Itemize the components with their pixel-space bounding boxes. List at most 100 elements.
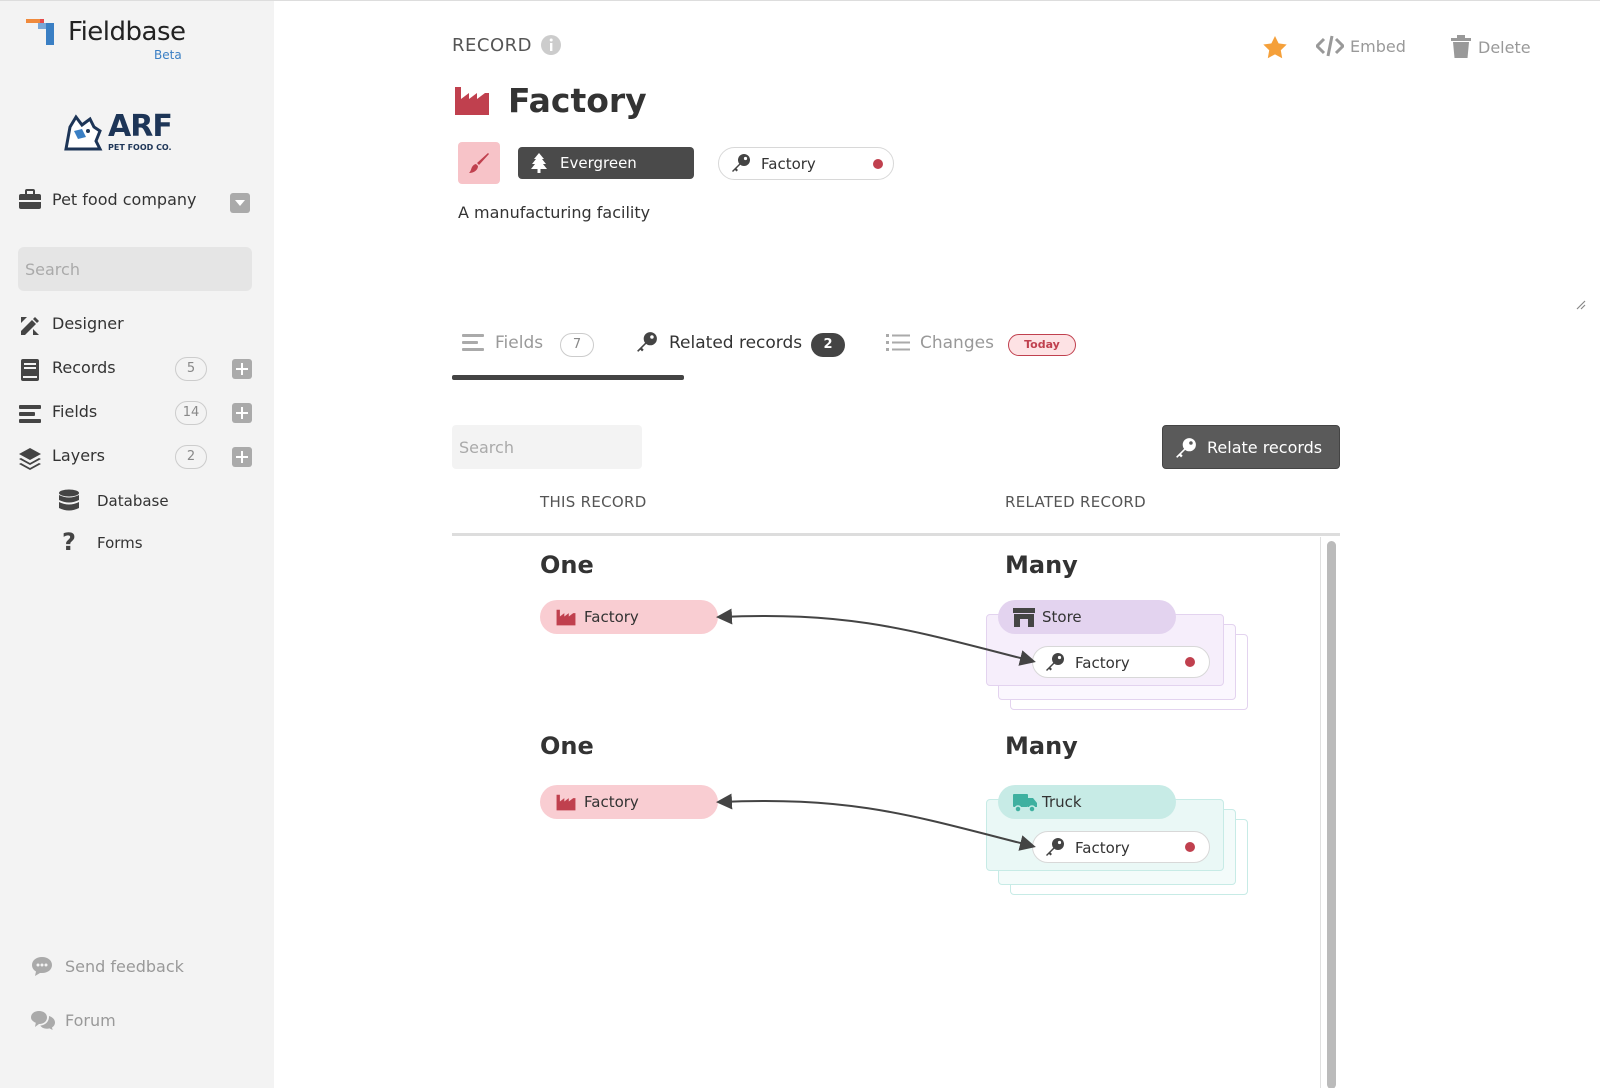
this-record-pill[interactable]: Factory <box>540 600 718 634</box>
key-chip-label: Factory <box>761 155 816 173</box>
tab-badge: Today <box>1008 334 1076 356</box>
code-icon <box>1314 35 1346 57</box>
main-panel: RECORD Embed Delete Factory Evergreen Fa… <box>274 1 1600 1088</box>
record-tabs: Fields 7 Related records 2 Changes Today <box>452 327 1352 379</box>
sidebar-item-label: Fields <box>52 402 98 421</box>
feedback-icon <box>32 957 52 976</box>
factory-icon <box>556 794 576 811</box>
sidebar-search-input[interactable] <box>18 247 252 291</box>
fields-icon <box>462 334 484 351</box>
org-logo-word: ARF <box>108 109 173 144</box>
this-record-label: Factory <box>584 608 639 626</box>
related-key-chip[interactable]: Factory <box>1032 831 1210 863</box>
tab-label: Changes <box>920 333 994 353</box>
key-icon <box>1046 653 1064 671</box>
sidebar-item-label: Records <box>52 358 116 377</box>
brush-icon <box>469 153 489 173</box>
tree-icon <box>531 153 547 173</box>
records-count-badge: 5 <box>175 357 207 381</box>
status-dot <box>1185 657 1195 667</box>
question-icon: ? <box>62 528 76 556</box>
related-key-label: Factory <box>1075 654 1130 672</box>
embed-button[interactable]: Embed <box>1314 35 1406 59</box>
embed-label: Embed <box>1350 36 1406 56</box>
col-header-related-record: RELATED RECORD <box>1005 493 1147 511</box>
sidebar-item-layers[interactable]: Layers 2 <box>18 442 252 472</box>
tab-fields[interactable]: Fields 7 <box>452 327 594 379</box>
send-feedback-label: Send feedback <box>65 957 184 976</box>
delete-button[interactable]: Delete <box>1450 35 1531 59</box>
sidebar-item-label: Designer <box>52 314 124 333</box>
related-key-chip[interactable]: Factory <box>1032 646 1210 678</box>
truck-icon <box>1013 794 1037 813</box>
delete-label: Delete <box>1478 37 1531 57</box>
star-icon <box>1263 36 1287 59</box>
layer-chip-label: Evergreen <box>560 154 637 172</box>
sidebar-layer-label: Database <box>97 492 169 510</box>
col-header-this-record: THIS RECORD <box>540 493 647 511</box>
record-title[interactable]: Factory <box>508 81 647 120</box>
layer-chip[interactable]: Evergreen <box>518 147 694 179</box>
record-description[interactable]: A manufacturing facility <box>458 203 650 222</box>
related-record-label: Truck <box>1042 793 1082 811</box>
sidebar-item-records[interactable]: Records 5 <box>18 354 252 384</box>
related-record-stack[interactable]: Store Factory <box>986 600 1248 710</box>
factory-icon <box>556 609 576 626</box>
org-name: Pet food company <box>52 190 197 209</box>
trash-icon <box>1451 35 1471 58</box>
status-dot <box>1185 842 1195 852</box>
book-icon <box>21 359 39 381</box>
layers-icon <box>19 448 41 470</box>
color-picker-button[interactable] <box>458 142 500 184</box>
forum-label: Forum <box>65 1011 116 1030</box>
key-icon <box>732 154 750 172</box>
related-key-label: Factory <box>1075 839 1130 857</box>
store-icon <box>1013 608 1035 627</box>
designer-icon <box>21 317 39 335</box>
relate-records-button[interactable]: Relate records <box>1162 425 1340 469</box>
list-icon <box>886 334 910 351</box>
briefcase-icon <box>19 189 41 209</box>
sidebar: Fieldbase Beta ARF PET FOOD CO. Pet food… <box>0 1 274 1088</box>
add-field-button[interactable] <box>232 403 252 423</box>
key-icon <box>1176 438 1196 458</box>
sidebar-item-label: Layers <box>52 446 105 465</box>
add-record-button[interactable] <box>232 359 252 379</box>
forum-icon <box>31 1011 55 1030</box>
beta-badge: Beta <box>154 48 182 62</box>
layers-count-badge: 2 <box>175 445 207 469</box>
sidebar-item-designer[interactable]: Designer <box>18 310 252 340</box>
related-cardinality: Many <box>1005 551 1078 579</box>
add-layer-button[interactable] <box>232 447 252 467</box>
related-record-head[interactable]: Store <box>998 600 1176 634</box>
scrollbar-thumb[interactable] <box>1327 541 1336 1088</box>
favorite-button[interactable] <box>1262 35 1288 59</box>
key-chip[interactable]: Factory <box>718 147 894 180</box>
chevron-down-icon[interactable] <box>230 193 250 213</box>
related-search-input[interactable] <box>452 425 642 469</box>
tab-related-records[interactable]: Related records 2 <box>626 327 858 379</box>
sidebar-item-fields[interactable]: Fields 14 <box>18 398 252 428</box>
this-cardinality: One <box>540 551 594 579</box>
relate-records-label: Relate records <box>1207 438 1323 457</box>
org-logo-sub: PET FOOD CO. <box>108 143 172 152</box>
info-icon[interactable] <box>540 34 562 56</box>
fields-count-badge: 14 <box>175 401 207 425</box>
database-icon <box>59 489 79 511</box>
table-divider <box>452 533 1340 536</box>
related-record-stack[interactable]: Truck Factory <box>986 785 1248 895</box>
related-cardinality: Many <box>1005 732 1078 760</box>
this-record-pill[interactable]: Factory <box>540 785 718 819</box>
active-tab-indicator <box>452 375 684 380</box>
status-dot <box>873 159 883 169</box>
key-icon <box>1046 838 1064 856</box>
tab-label: Related records <box>669 333 803 353</box>
related-record-head[interactable]: Truck <box>998 785 1176 819</box>
tab-badge: 2 <box>811 333 845 357</box>
resize-handle-icon[interactable] <box>1574 298 1586 310</box>
key-icon <box>637 332 657 352</box>
related-record-label: Store <box>1042 608 1082 626</box>
section-label: RECORD <box>452 35 532 56</box>
tab-badge: 7 <box>560 333 594 357</box>
tab-changes[interactable]: Changes Today <box>886 327 1086 379</box>
